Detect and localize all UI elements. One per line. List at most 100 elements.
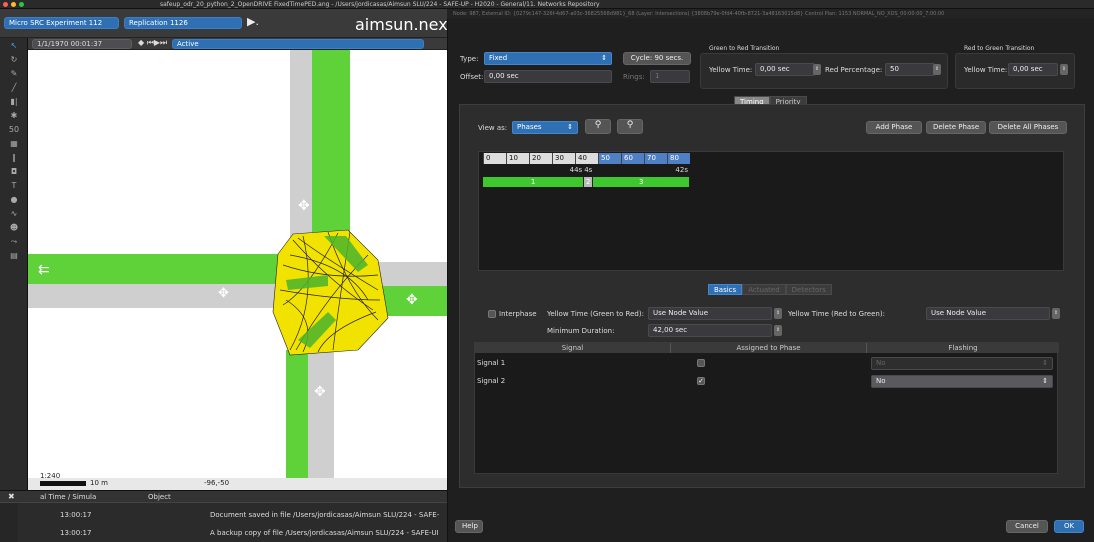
network-map[interactable]: ✥ ⇇ ✥ ✥ ✥ (28, 50, 447, 490)
timeline-tick: 20 (529, 153, 552, 164)
red-percentage-value: 50 (890, 65, 899, 73)
select-arrow-icon: ⇕ (1042, 377, 1048, 385)
line-tool-icon[interactable]: ╱ (4, 82, 24, 93)
zoom-in-icon[interactable]: ⚲ (585, 119, 611, 134)
experiment-selector[interactable]: Micro SRC Experiment 112 (4, 17, 119, 29)
flashing-select[interactable]: No ⇕ (871, 357, 1053, 370)
yellow-g2r-field[interactable]: Use Node Value (648, 307, 772, 320)
bars-tool-icon[interactable]: ▮| (4, 96, 24, 107)
person-tool-icon[interactable]: ☻ (4, 222, 24, 233)
type-select[interactable]: Fixed ⇕ (484, 52, 612, 65)
red-to-green-group: Red to Green Transition Yellow Time: 0,0… (955, 45, 1075, 89)
type-value: Fixed (489, 54, 508, 62)
cancel-button[interactable]: Cancel (1006, 520, 1048, 533)
table-row[interactable]: Signal 1 No ⇕ (475, 355, 1059, 371)
pointer-tool-icon[interactable]: ↖ (4, 40, 24, 51)
minimize-window-button[interactable] (11, 2, 16, 7)
table-row[interactable]: Signal 2 ✓ No ⇕ (475, 373, 1059, 389)
circle-tool-icon[interactable]: ● (4, 194, 24, 205)
min-duration-field[interactable]: 42,00 sec (648, 324, 772, 337)
select-arrow-icon: ⇕ (1042, 359, 1048, 367)
offset-field[interactable]: 0,00 sec (484, 70, 612, 83)
view-as-value: Phases (517, 123, 542, 131)
dialog-title: Node: 987, External ID: {0279c147-326f-4… (447, 9, 1094, 19)
curve-tool-icon[interactable]: ∿ (4, 208, 24, 219)
phase-segment[interactable]: 2 (584, 177, 594, 187)
delete-all-phases-button[interactable]: Delete All Phases (989, 121, 1067, 134)
cycle-button[interactable]: Cycle: 90 secs. (623, 52, 691, 65)
speed-tool-icon[interactable]: 50 (4, 124, 24, 135)
r2g-yellow-stepper[interactable]: ⇕ (1060, 64, 1068, 75)
interphase-checkbox[interactable] (488, 310, 496, 318)
interphase-label: Interphase (499, 310, 537, 318)
delete-phase-button[interactable]: Delete Phase (926, 121, 986, 134)
phase-duration-label: 44s (569, 166, 583, 174)
red-percentage-label: Red Percentage: (825, 66, 883, 74)
type-label: Type: (460, 55, 479, 63)
play-icon[interactable]: ▶. (247, 15, 259, 28)
phase-bar[interactable]: 123 (483, 177, 690, 187)
phase-segment[interactable]: 1 (483, 177, 585, 187)
tab-basics[interactable]: Basics (708, 284, 743, 295)
tab-detectors[interactable]: Detectors (785, 284, 832, 295)
select-arrow-icon: ⇕ (567, 123, 573, 131)
yellow-r2g-field[interactable]: Use Node Value (926, 307, 1050, 320)
svg-text:⇇: ⇇ (38, 262, 50, 278)
window-title: safeup_odr_20_python_2_OpenDRIVE FixedTi… (160, 1, 600, 8)
rings-field[interactable]: 1 (650, 70, 690, 83)
timeline-tick: 10 (506, 153, 529, 164)
col-flashing[interactable]: Flashing (867, 343, 1059, 353)
red-percentage-stepper[interactable]: ⇕ (933, 64, 941, 75)
grid-tool-icon[interactable]: ▦ (4, 138, 24, 149)
node-tool-icon[interactable]: ✱ (4, 110, 24, 121)
col-signal[interactable]: Signal (475, 343, 671, 353)
close-window-button[interactable] (3, 2, 8, 7)
cursor-coordinates: -96,-50 (204, 479, 230, 487)
playback-controls-icon[interactable]: ◆ ⏮▶⏭ (138, 38, 167, 48)
add-phase-button[interactable]: Add Phase (866, 121, 922, 134)
merge-tool-icon[interactable]: ⤳ (4, 236, 24, 247)
yellow-r2g-value: Use Node Value (931, 309, 987, 317)
g2r-yellow-field[interactable]: 0,00 sec (755, 63, 815, 76)
timeline-tick: 80 (667, 153, 690, 164)
phase-duration-label: 42s (675, 166, 688, 174)
signals-table: Signal Assigned to Phase Flashing Signal… (474, 342, 1059, 474)
lanes-tool-icon[interactable]: ‖ (4, 152, 24, 163)
replication-selector[interactable]: Replication 1126 (124, 17, 242, 29)
logo-text: aimsun.nex (355, 15, 448, 34)
zoom-out-icon[interactable]: ⚲ (617, 119, 643, 134)
signal-name: Signal 2 (477, 377, 506, 385)
timeline-tick: 30 (552, 153, 575, 164)
svg-text:✥: ✥ (298, 198, 310, 214)
timeline-tick: 0 (483, 153, 506, 164)
app-root: safeup_odr_20_python_2_OpenDRIVE FixedTi… (0, 0, 1094, 542)
col-assigned[interactable]: Assigned to Phase (671, 343, 867, 353)
camera-tool-icon[interactable]: ◘ (4, 166, 24, 177)
yellow-g2r-stepper[interactable]: ⇕ (774, 308, 782, 319)
g2r-yellow-stepper[interactable]: ⇕ (813, 64, 821, 75)
min-duration-stepper[interactable]: ⇕ (774, 325, 782, 336)
phase-segment[interactable]: 3 (593, 177, 690, 187)
flashing-select[interactable]: No ⇕ (871, 375, 1053, 388)
assigned-checkbox[interactable] (697, 359, 705, 367)
ok-button[interactable]: OK (1054, 520, 1084, 533)
rotate-tool-icon[interactable]: ↻ (4, 54, 24, 65)
r2g-yellow-field[interactable]: 0,00 sec (1008, 63, 1058, 76)
yellow-r2g-stepper[interactable]: ⇕ (1052, 308, 1060, 319)
view-as-select[interactable]: Phases ⇕ (512, 121, 578, 134)
log-col-object[interactable]: Object (148, 493, 171, 501)
r2g-yellow-value: 0,00 sec (1013, 65, 1043, 73)
text-tool-icon[interactable]: T (4, 180, 24, 191)
min-duration-label: Minimum Duration: (547, 327, 615, 335)
collapse-icon[interactable]: ✖ (8, 492, 15, 501)
assigned-checkbox[interactable]: ✓ (697, 377, 705, 385)
signal-tool-icon[interactable]: ▤ (4, 250, 24, 261)
flashing-value: No (876, 377, 886, 385)
log-col-time[interactable]: al Time / Simula (40, 493, 96, 501)
active-layer-selector[interactable]: Active (172, 39, 424, 49)
red-percentage-field[interactable]: 50 (885, 63, 935, 76)
help-button[interactable]: Help (455, 520, 483, 533)
zoom-window-button[interactable] (19, 2, 24, 7)
tab-actuated[interactable]: Actuated (742, 284, 786, 295)
pen-tool-icon[interactable]: ✎ (4, 68, 24, 79)
